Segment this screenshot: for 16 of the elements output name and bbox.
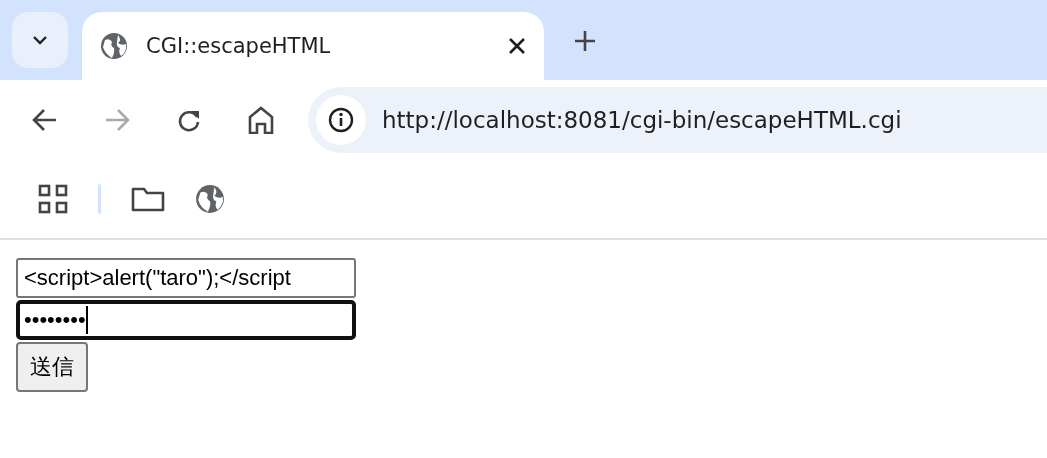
browser-tab[interactable]: CGI::escapeHTML xyxy=(82,12,544,80)
password-field[interactable]: •••••••• xyxy=(16,300,356,340)
url-text: http://localhost:8081/cgi-bin/escapeHTML.cgi xyxy=(382,107,902,133)
close-icon[interactable] xyxy=(508,37,526,55)
text-input-field[interactable]: <script>alert("taro");</script xyxy=(16,258,356,298)
globe-icon xyxy=(100,32,128,60)
chevron-down-icon xyxy=(32,35,48,45)
info-icon[interactable] xyxy=(328,107,354,133)
new-tab-icon[interactable] xyxy=(574,30,596,52)
apps-grid-icon[interactable] xyxy=(38,184,68,214)
submit-button[interactable]: 送信 xyxy=(16,342,88,392)
address-bar[interactable]: http://localhost:8081/cgi-bin/escapeHTML.cgi xyxy=(308,87,1047,153)
globe-icon[interactable] xyxy=(195,184,225,214)
back-arrow-icon[interactable] xyxy=(32,108,58,132)
home-icon[interactable] xyxy=(248,106,274,134)
folder-icon[interactable] xyxy=(131,186,165,212)
